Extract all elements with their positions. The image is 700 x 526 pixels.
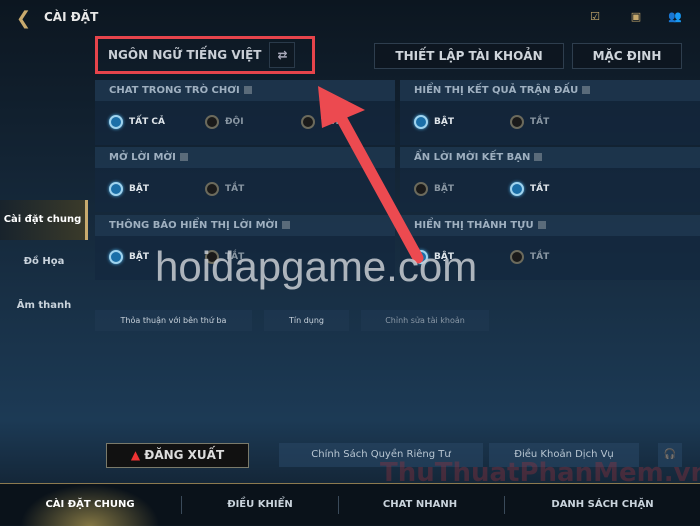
site-watermark: hoidapgame.com xyxy=(155,243,478,290)
